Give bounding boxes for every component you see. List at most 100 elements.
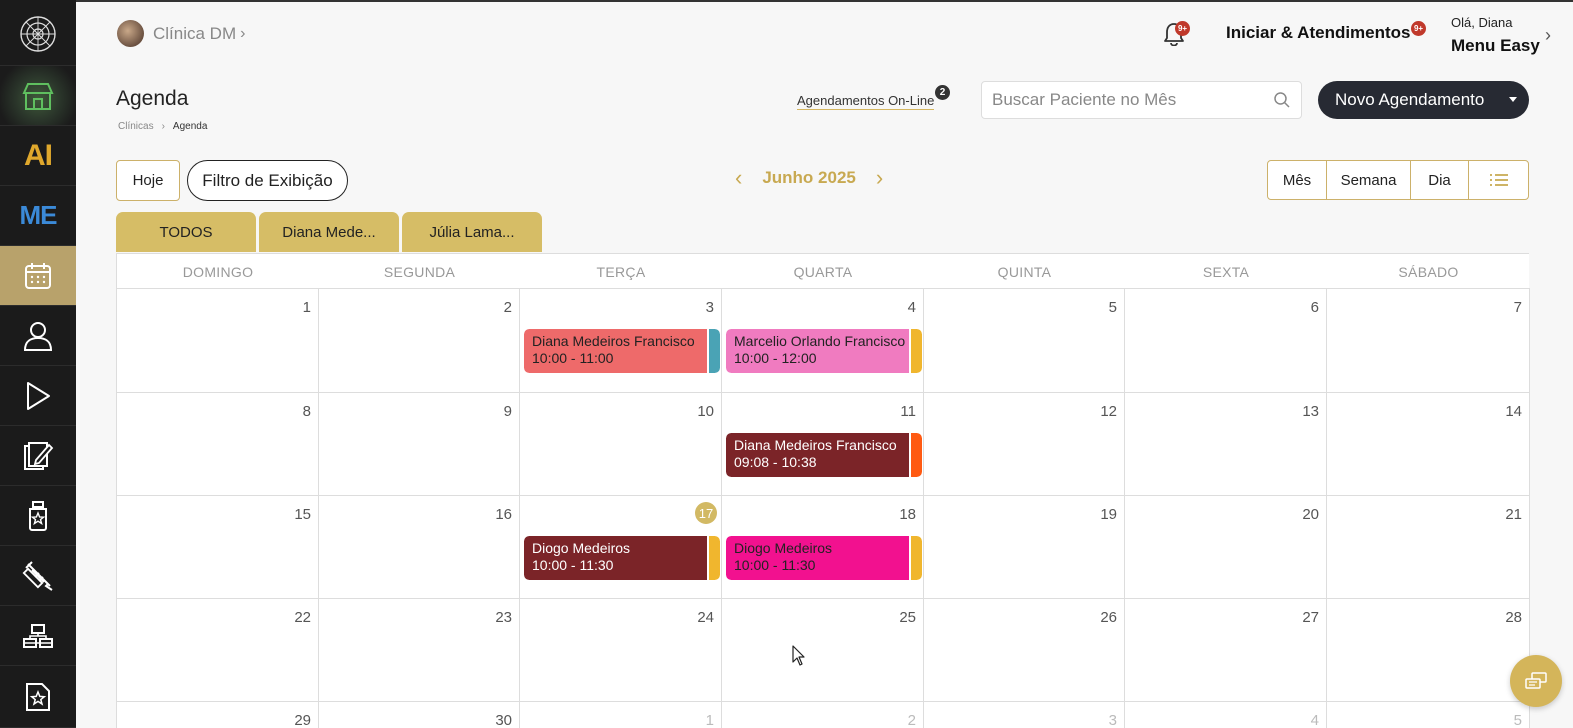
sidebar-item-me[interactable]: ME bbox=[0, 186, 76, 246]
sidebar: AI ME bbox=[0, 0, 76, 728]
day-cell[interactable]: 10 bbox=[520, 393, 722, 496]
event-status-strip bbox=[709, 536, 720, 580]
user-icon bbox=[23, 321, 53, 351]
sidebar-logo[interactable] bbox=[0, 2, 76, 66]
new-appointment-button[interactable]: Novo Agendamento bbox=[1318, 81, 1529, 119]
day-cell[interactable]: 14 bbox=[1327, 393, 1530, 496]
chevron-right-icon[interactable]: › bbox=[876, 167, 883, 189]
greeting: Olá, Diana bbox=[1451, 15, 1513, 30]
chevron-left-icon[interactable]: ‹ bbox=[735, 167, 742, 189]
display-filter-button[interactable]: Filtro de Exibição bbox=[187, 160, 348, 201]
appointment-event[interactable]: Diana Medeiros Francisco 09:08 - 10:38 bbox=[726, 433, 922, 477]
day-cell[interactable]: 22 bbox=[117, 599, 319, 702]
breadcrumb-item[interactable]: Clínicas bbox=[118, 121, 154, 132]
day-cell[interactable]: 5 bbox=[924, 289, 1125, 393]
weekday-label: SEXTA bbox=[1202, 263, 1250, 280]
page-title: Agenda bbox=[116, 87, 189, 110]
view-day-button[interactable]: Dia bbox=[1411, 161, 1469, 199]
sidebar-item-structure[interactable] bbox=[0, 606, 76, 666]
day-cell[interactable]: 1 bbox=[520, 702, 722, 728]
appointment-event[interactable]: Diana Medeiros Francisco 10:00 - 11:00 bbox=[524, 329, 720, 373]
day-cell[interactable]: 6 bbox=[1125, 289, 1327, 393]
day-number: 13 bbox=[1302, 403, 1319, 420]
appointment-event[interactable]: Diogo Medeiros 10:00 - 11:30 bbox=[524, 536, 720, 580]
day-cell[interactable]: 2 bbox=[722, 702, 924, 728]
day-cell[interactable]: 30 bbox=[319, 702, 520, 728]
day-cell[interactable]: 4 bbox=[1125, 702, 1327, 728]
tab-professional[interactable]: Júlia Lama... bbox=[402, 212, 542, 252]
sidebar-item-store[interactable] bbox=[0, 66, 76, 126]
chat-button[interactable] bbox=[1510, 655, 1562, 707]
view-list-button[interactable] bbox=[1469, 161, 1528, 199]
start-attendance-button[interactable]: Iniciar & Atendimentos bbox=[1226, 23, 1411, 43]
appointment-event[interactable]: Diogo Medeiros 10:00 - 11:30 bbox=[726, 536, 922, 580]
day-cell[interactable]: 23 bbox=[319, 599, 520, 702]
tab-professional[interactable]: Diana Mede... bbox=[259, 212, 399, 252]
view-week-button[interactable]: Semana bbox=[1327, 161, 1411, 199]
day-number: 8 bbox=[302, 403, 311, 420]
day-number: 10 bbox=[697, 403, 714, 420]
day-cell[interactable]: 9 bbox=[319, 393, 520, 496]
sidebar-item-calendar[interactable] bbox=[0, 246, 76, 306]
event-time: 09:08 - 10:38 bbox=[734, 454, 817, 470]
sidebar-item-play[interactable] bbox=[0, 366, 76, 426]
day-cell[interactable]: 13 bbox=[1125, 393, 1327, 496]
notifications-button[interactable]: 9+ bbox=[1163, 21, 1190, 47]
day-number: 9 bbox=[503, 403, 512, 420]
event-status-strip bbox=[911, 433, 922, 477]
search-icon[interactable] bbox=[1273, 91, 1291, 109]
day-number: 6 bbox=[1310, 299, 1319, 316]
day-number: 14 bbox=[1505, 403, 1522, 420]
day-cell[interactable]: 7 bbox=[1327, 289, 1530, 393]
start-label: Iniciar & Atendimentos bbox=[1226, 23, 1411, 42]
day-number: 19 bbox=[1100, 506, 1117, 523]
day-cell[interactable]: 28 bbox=[1327, 599, 1530, 702]
sidebar-item-ai[interactable]: AI bbox=[0, 126, 76, 186]
sidebar-item-records[interactable] bbox=[0, 426, 76, 486]
day-number: 26 bbox=[1100, 609, 1117, 626]
day-number: 12 bbox=[1100, 403, 1117, 420]
search-input[interactable] bbox=[982, 82, 1262, 118]
day-cell[interactable]: 16 bbox=[319, 496, 520, 599]
caret-down-icon[interactable] bbox=[1509, 97, 1517, 102]
day-number: 25 bbox=[899, 609, 916, 626]
day-cell[interactable]: 5 bbox=[1327, 702, 1530, 728]
day-number: 30 bbox=[495, 712, 512, 728]
online-bookings-link[interactable]: Agendamentos On-Line bbox=[797, 93, 935, 110]
menu-easy-button[interactable]: Menu Easy bbox=[1451, 36, 1540, 56]
view-switcher: Mês Semana Dia bbox=[1267, 160, 1529, 200]
store-icon bbox=[22, 82, 54, 110]
appointment-event[interactable]: Marcelio Orlando Francisco 10:00 - 12:00 bbox=[726, 329, 922, 373]
view-month-button[interactable]: Mês bbox=[1268, 161, 1327, 199]
event-time: 10:00 - 12:00 bbox=[734, 350, 817, 366]
sidebar-item-products[interactable] bbox=[0, 486, 76, 546]
sidebar-item-favorites[interactable] bbox=[0, 666, 76, 728]
day-cell[interactable]: 2 bbox=[319, 289, 520, 393]
day-cell[interactable]: 20 bbox=[1125, 496, 1327, 599]
doc-star-icon bbox=[26, 682, 50, 711]
clinic-selector[interactable]: Clínica DM › bbox=[117, 20, 245, 47]
day-cell[interactable]: 19 bbox=[924, 496, 1125, 599]
day-cell[interactable]: 26 bbox=[924, 599, 1125, 702]
clinic-name: Clínica DM bbox=[153, 23, 237, 43]
day-number: 1 bbox=[705, 712, 714, 728]
sidebar-item-procedures[interactable] bbox=[0, 546, 76, 606]
day-cell[interactable]: 12 bbox=[924, 393, 1125, 496]
notifications-badge: 9+ bbox=[1175, 21, 1190, 36]
notes-edit-icon bbox=[24, 441, 54, 470]
day-cell[interactable]: 25 bbox=[722, 599, 924, 702]
sidebar-item-patients[interactable] bbox=[0, 306, 76, 366]
day-cell[interactable]: 1 bbox=[117, 289, 319, 393]
day-cell[interactable]: 8 bbox=[117, 393, 319, 496]
today-button[interactable]: Hoje bbox=[116, 160, 180, 201]
day-cell[interactable]: 3 bbox=[924, 702, 1125, 728]
day-cell[interactable]: 29 bbox=[117, 702, 319, 728]
day-cell[interactable]: 21 bbox=[1327, 496, 1530, 599]
tab-all[interactable]: TODOS bbox=[116, 212, 256, 252]
day-cell[interactable]: 27 bbox=[1125, 599, 1327, 702]
day-cell[interactable]: 15 bbox=[117, 496, 319, 599]
day-cell[interactable]: 24 bbox=[520, 599, 722, 702]
avatar bbox=[117, 20, 144, 47]
chevron-right-icon[interactable]: › bbox=[1545, 25, 1551, 46]
event-patient-name: Marcelio Orlando Francisco bbox=[734, 333, 906, 349]
